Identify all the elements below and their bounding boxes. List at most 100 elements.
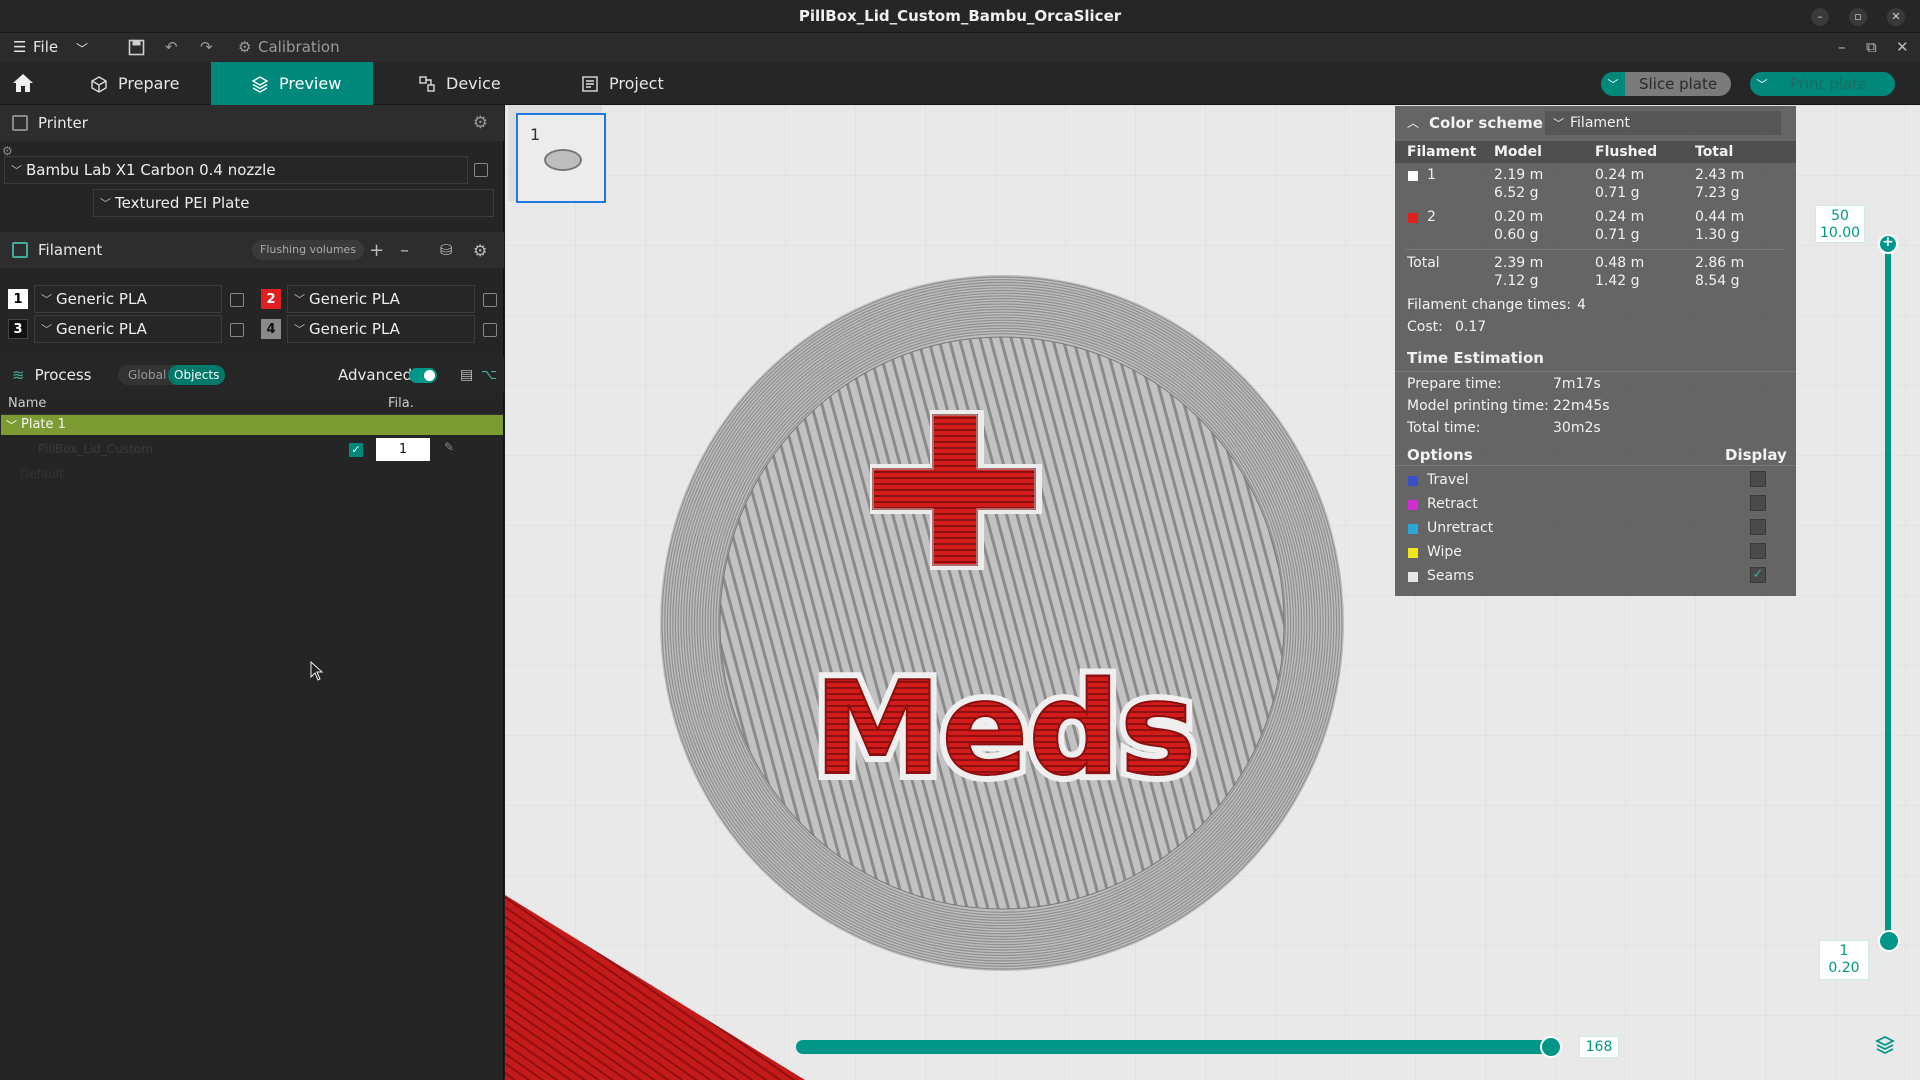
printer-settings-icon[interactable]: ⚙ bbox=[473, 113, 488, 133]
print-plate-button[interactable]: ﹀ Print plate bbox=[1750, 72, 1896, 96]
global-tab[interactable]: Global bbox=[128, 365, 166, 385]
seams-checkbox[interactable]: ✓ bbox=[1750, 567, 1766, 583]
remove-filament-icon[interactable]: – bbox=[400, 240, 409, 261]
save-icon[interactable] bbox=[128, 39, 145, 56]
col-total: Total bbox=[1695, 144, 1734, 160]
filament-settings-icon[interactable]: ⚙ bbox=[473, 241, 487, 260]
flushing-volumes-button[interactable]: Flushing volumes bbox=[252, 240, 365, 260]
app-restore-icon[interactable]: ⧉ bbox=[1866, 38, 1877, 56]
tab-preview[interactable]: Preview bbox=[211, 62, 373, 105]
bottom-layer-handle[interactable] bbox=[1878, 930, 1900, 952]
bottom-layer-number: 1 bbox=[1839, 943, 1849, 959]
edit-filament-1-icon[interactable] bbox=[230, 293, 244, 307]
list-view-icon[interactable]: ▤ bbox=[460, 367, 473, 383]
filament-2-swatch bbox=[1408, 213, 1418, 223]
move-slider-handle[interactable] bbox=[1540, 1036, 1562, 1058]
compare-icon[interactable]: ⌥ bbox=[481, 367, 497, 383]
layer-slider-track[interactable] bbox=[1885, 243, 1891, 941]
prepare-time-value: 7m17s bbox=[1553, 376, 1601, 392]
plate-type-select[interactable]: ﹀ Textured PEI Plate bbox=[93, 189, 494, 217]
edit-filament-4-icon[interactable] bbox=[483, 323, 497, 337]
retract-checkbox[interactable] bbox=[1750, 495, 1766, 511]
top-layer-handle[interactable]: + bbox=[1878, 234, 1898, 254]
filament-1-total-weight: 7.23 g bbox=[1695, 185, 1740, 201]
home-icon[interactable] bbox=[12, 73, 34, 93]
pillbox-lid-model[interactable]: Meds Meds bbox=[660, 275, 1344, 971]
edit-printer-icon[interactable] bbox=[474, 163, 488, 177]
object-visible-checkbox[interactable]: ✓ bbox=[349, 443, 363, 457]
printer-select[interactable]: ﹀ Bambu Lab X1 Carbon 0.4 nozzle bbox=[4, 156, 468, 184]
collapse-icon[interactable]: ︿ bbox=[1407, 114, 1419, 131]
chevron-down-icon: ﹀ bbox=[6, 419, 17, 432]
filament-slot-3-select[interactable]: ﹀ Generic PLA bbox=[34, 315, 222, 343]
filament-1-model-weight: 6.52 g bbox=[1494, 185, 1539, 201]
top-layer-height: 10.00 bbox=[1819, 225, 1861, 241]
plus-icon: + bbox=[1882, 234, 1894, 250]
filament-2-model-length: 0.20 m bbox=[1494, 209, 1544, 225]
plate-thumbnail-panel: 1 bbox=[508, 105, 606, 203]
add-filament-icon[interactable]: + bbox=[369, 240, 384, 261]
chevron-down-icon[interactable]: ﹀ bbox=[76, 40, 88, 57]
total-model-weight: 7.12 g bbox=[1494, 273, 1539, 289]
slice-plate-button[interactable]: ﹀ Slice plate bbox=[1601, 72, 1732, 96]
minimize-button[interactable]: – bbox=[1811, 8, 1829, 26]
tab-preview-label: Preview bbox=[279, 74, 342, 93]
layers-view-icon[interactable] bbox=[1875, 1035, 1895, 1055]
app-minimize-icon[interactable]: – bbox=[1838, 38, 1846, 56]
object-sub-item: Default bbox=[20, 467, 64, 481]
tab-project-label: Project bbox=[609, 74, 664, 93]
tab-device[interactable]: Device bbox=[400, 62, 519, 105]
scheme-value: Filament bbox=[1570, 115, 1631, 131]
unretract-swatch bbox=[1408, 524, 1418, 534]
tab-prepare[interactable]: Prepare bbox=[72, 62, 197, 105]
unretract-checkbox[interactable] bbox=[1750, 519, 1766, 535]
filament-slot-3-badge: 3 bbox=[8, 319, 28, 339]
filament-2-flushed-weight: 0.71 g bbox=[1595, 227, 1640, 243]
undo-icon[interactable]: ↶ bbox=[165, 38, 178, 56]
process-section-header: ≋ Process Global Objects Advanced ▤ ⌥ bbox=[0, 357, 504, 393]
top-layer-label: 50 10.00 bbox=[1815, 205, 1865, 243]
app-close-icon[interactable]: ✕ bbox=[1896, 38, 1909, 56]
edit-filament-3-icon[interactable] bbox=[230, 323, 244, 337]
plate-thumbnail-number: 1 bbox=[530, 125, 541, 144]
plate-row[interactable]: ﹀ Plate 1 bbox=[1, 415, 503, 435]
object-list-header: Name Fila. bbox=[0, 393, 504, 415]
unretract-label: Unretract bbox=[1427, 520, 1494, 536]
total-flushed-weight: 1.42 g bbox=[1595, 273, 1640, 289]
model-time-value: 22m45s bbox=[1553, 398, 1610, 414]
filament-slot-1-select[interactable]: ﹀ Generic PLA bbox=[34, 285, 222, 313]
filament-slot-4-select[interactable]: ﹀ Generic PLA bbox=[287, 315, 475, 343]
restore-button[interactable]: ▫ bbox=[1849, 8, 1867, 26]
fila-column-header: Fila. bbox=[388, 396, 414, 411]
slice-dropdown-icon[interactable]: ﹀ bbox=[1601, 72, 1625, 96]
move-slider-track[interactable] bbox=[796, 1040, 1562, 1054]
advanced-toggle[interactable] bbox=[409, 368, 437, 383]
plate-thumbnail[interactable]: 1 bbox=[516, 113, 606, 203]
file-menu[interactable]: File bbox=[33, 38, 58, 56]
top-layer-number: 50 bbox=[1831, 208, 1849, 224]
wipe-label: Wipe bbox=[1427, 544, 1462, 560]
tab-project[interactable]: Project bbox=[563, 62, 682, 105]
travel-checkbox[interactable] bbox=[1750, 471, 1766, 487]
retract-swatch bbox=[1408, 500, 1418, 510]
redo-icon[interactable]: ↷ bbox=[200, 38, 213, 56]
device-icon bbox=[419, 75, 435, 92]
calibration-menu[interactable]: Calibration bbox=[258, 38, 340, 56]
object-settings-icon[interactable]: ✎ bbox=[444, 440, 454, 454]
print-dropdown-icon[interactable]: ﹀ bbox=[1750, 72, 1774, 96]
filament-1-model-length: 2.19 m bbox=[1494, 167, 1544, 183]
object-row[interactable]: PillBox_Lid_Custom ✓ 1 ✎ bbox=[0, 437, 504, 463]
time-estimation-header: Time Estimation bbox=[1407, 349, 1544, 367]
scheme-select[interactable]: ﹀ Filament bbox=[1545, 111, 1781, 135]
filament-slot-2-select[interactable]: ﹀ Generic PLA bbox=[287, 285, 475, 313]
move-slider-fill bbox=[796, 1040, 1551, 1054]
objects-tab[interactable]: Objects bbox=[168, 365, 226, 385]
sync-filament-icon[interactable]: ⛁ bbox=[440, 241, 453, 259]
filament-1-swatch bbox=[1408, 171, 1418, 181]
time-divider bbox=[1395, 371, 1796, 372]
hamburger-icon[interactable]: ☰ bbox=[13, 38, 26, 56]
close-button[interactable]: ✕ bbox=[1887, 8, 1905, 26]
object-filament-field[interactable]: 1 bbox=[376, 438, 430, 461]
edit-filament-2-icon[interactable] bbox=[483, 293, 497, 307]
wipe-checkbox[interactable] bbox=[1750, 543, 1766, 559]
